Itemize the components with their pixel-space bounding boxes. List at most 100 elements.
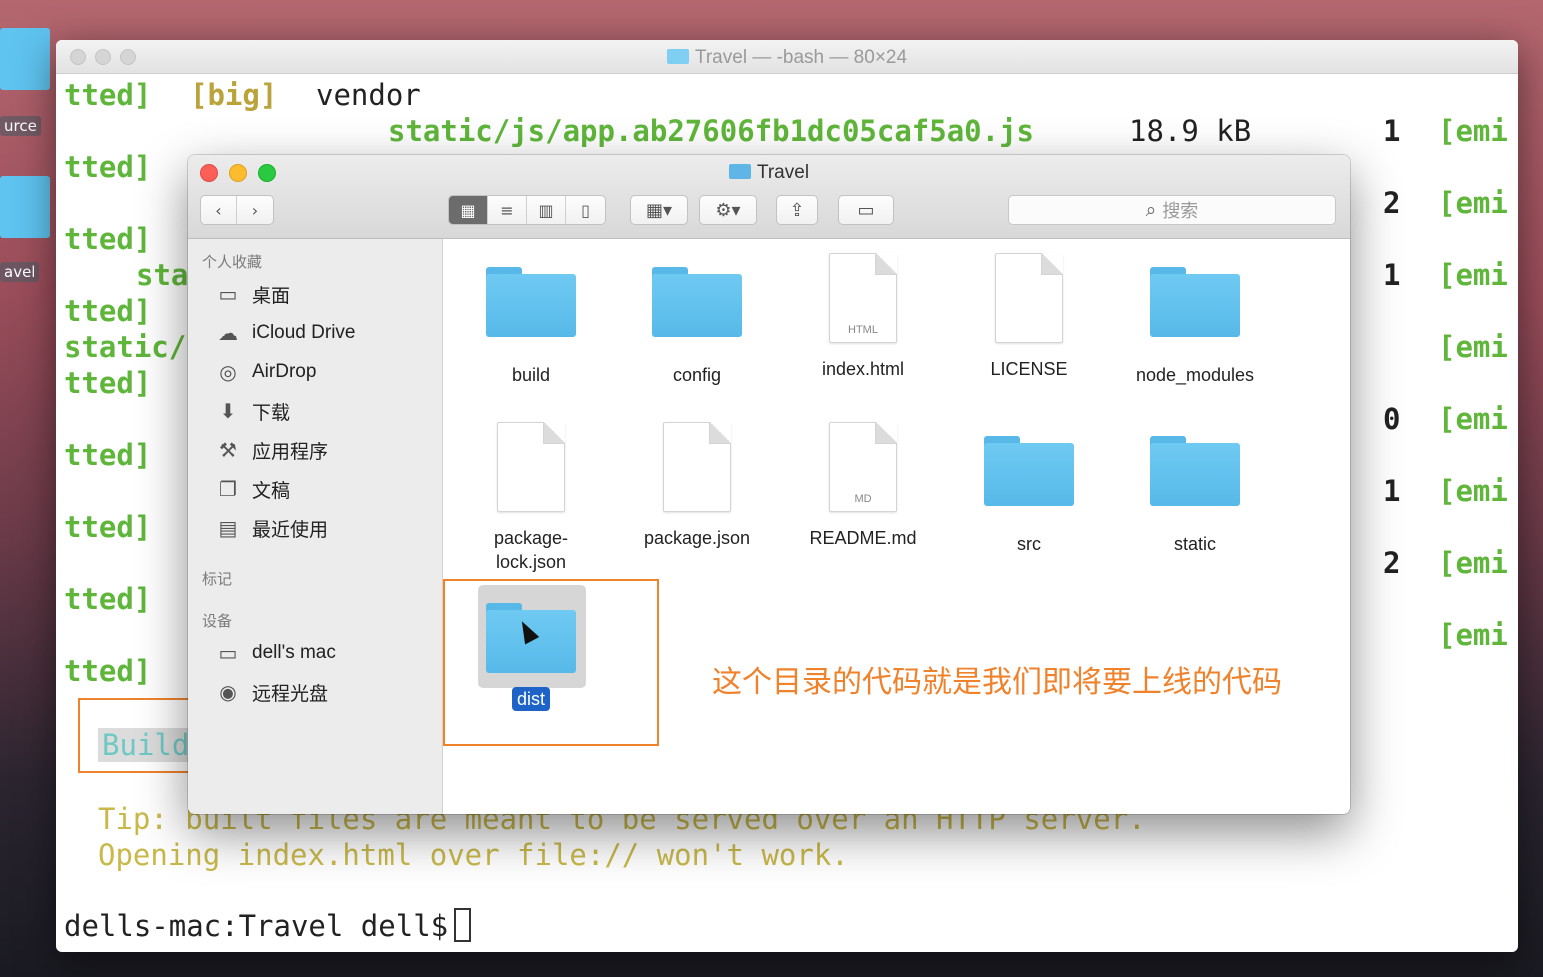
favorites-header: 个人收藏	[202, 254, 263, 271]
view-mode-segment: ▦ ≡ ▥ ▯	[448, 195, 606, 225]
terminal-line: [big]	[190, 78, 278, 112]
cloud-icon: ☁	[218, 321, 238, 345]
sidebar-item-applications[interactable]: ⚒ 应用程序	[214, 435, 328, 465]
file-item-config[interactable]: config	[622, 267, 772, 387]
terminal-titlebar: Travel — -bash — 80×24	[56, 40, 1518, 74]
sidebar-item-airdrop[interactable]: ◎ AirDrop	[214, 357, 316, 387]
search-field[interactable]: ⌕ 搜索	[1008, 195, 1336, 225]
terminal-line: vendor	[316, 78, 421, 112]
folder-icon	[1150, 436, 1240, 506]
terminal-line: 1	[1383, 258, 1401, 292]
file-item-build[interactable]: build	[456, 267, 606, 387]
terminal-line: [emi	[1438, 258, 1508, 292]
file-item-license[interactable]: LICENSE	[954, 253, 1104, 381]
file-name: package-lock.json	[493, 528, 569, 572]
terminal-line: tted]	[64, 366, 152, 400]
file-name: LICENSE	[990, 359, 1068, 379]
terminal-line: tted]	[64, 510, 152, 544]
file-name: package.json	[643, 528, 751, 548]
html-file-icon: HTML	[829, 253, 897, 343]
terminal-line: 2	[1383, 546, 1401, 580]
tags-button[interactable]: ▭	[838, 195, 894, 225]
share-icon: ⇪	[789, 199, 805, 221]
terminal-line: tted]	[64, 222, 152, 256]
arrange-button[interactable]: ▦▾	[630, 195, 688, 225]
sidebar-item-recents[interactable]: ▤ 最近使用	[214, 513, 328, 543]
arrange-icon: ▦▾	[645, 199, 673, 221]
file-name: README.md	[809, 528, 917, 548]
share-button[interactable]: ⇪	[776, 195, 818, 225]
file-item-src[interactable]: src	[954, 436, 1104, 556]
file-item-static[interactable]: static	[1120, 436, 1270, 556]
file-item-package-json[interactable]: package.json	[622, 422, 772, 550]
finder-title: Travel	[188, 162, 1350, 184]
desktop-folder-icon[interactable]	[0, 28, 50, 90]
terminal-line: [emi	[1438, 330, 1508, 364]
terminal-line: tted]	[64, 294, 152, 328]
documents-icon: ❐	[219, 477, 237, 501]
search-placeholder: 搜索	[1162, 201, 1199, 221]
terminal-line: 1	[1383, 114, 1401, 148]
search-icon: ⌕	[1145, 199, 1157, 221]
sidebar-item-downloads[interactable]: ⬇ 下载	[214, 396, 290, 426]
desktop-folder-icon[interactable]	[0, 176, 50, 238]
terminal-line: [emi	[1438, 618, 1508, 652]
computer-icon: ▭	[218, 641, 238, 665]
devices-header: 设备	[202, 613, 233, 630]
back-button[interactable]: ‹	[201, 196, 237, 224]
file-item-index-html[interactable]: HTML index.html	[788, 253, 938, 381]
desktop-folder-label: urce	[0, 116, 41, 136]
terminal-line: [emi	[1438, 546, 1508, 580]
terminal-line: sta	[136, 258, 189, 292]
terminal-line: tted]	[64, 654, 152, 688]
gallery-view-icon[interactable]: ▯	[566, 196, 605, 224]
file-name: build	[511, 365, 551, 385]
finder-sidebar: 个人收藏 ▭ 桌面 ☁ iCloud Drive ◎ AirDrop ⬇ 下载 ⚒ 应用程…	[188, 239, 443, 814]
file-name: index.html	[821, 359, 905, 379]
annotation-text: 这个目录的代码就是我们即将要上线的代码	[712, 666, 1282, 699]
markdown-file-icon: MD	[829, 422, 897, 512]
download-icon: ⬇	[219, 399, 237, 423]
terminal-line: 0	[1383, 402, 1401, 436]
document-icon	[663, 422, 731, 512]
folder-icon	[984, 436, 1074, 506]
file-name: src	[1017, 534, 1041, 554]
document-icon	[497, 422, 565, 512]
forward-button[interactable]: ›	[237, 196, 273, 224]
terminal-line: [emi	[1438, 402, 1508, 436]
terminal-line: 18.9 kB	[1129, 114, 1252, 148]
file-item-package-lock-json[interactable]: package-lock.json	[456, 422, 606, 574]
sidebar-item-desktop[interactable]: ▭ 桌面	[214, 279, 290, 309]
terminal-line: [emi	[1438, 474, 1508, 508]
list-view-icon[interactable]: ≡	[488, 196, 527, 224]
folder-icon	[486, 267, 576, 337]
folder-icon	[666, 49, 689, 64]
tip-line: Opening index.html over file:// won't wo…	[98, 838, 849, 872]
file-name: node_modules	[1135, 365, 1255, 385]
action-button[interactable]: ⚙▾	[699, 195, 757, 225]
terminal-line: [emi	[1438, 114, 1508, 148]
finder-toolbar: Travel ‹ › ▦ ≡ ▥ ▯ ▦▾ ⚙▾ ⇪ ▭ ⌕ 搜索	[188, 155, 1350, 239]
recents-icon: ▤	[218, 516, 238, 540]
file-item-readme-md[interactable]: MD README.md	[788, 422, 938, 550]
shell-prompt[interactable]: dells-mac:Travel dell$	[64, 908, 472, 943]
sidebar-item-icloud[interactable]: ☁ iCloud Drive	[214, 318, 355, 348]
sidebar-item-remote-disc[interactable]: ◉ 远程光盘	[214, 677, 328, 707]
text-cursor	[454, 908, 472, 942]
terminal-line: tted]	[64, 78, 152, 112]
gear-icon: ⚙▾	[715, 199, 741, 221]
terminal-title: Travel — -bash — 80×24	[56, 47, 1518, 69]
sidebar-item-dells-mac[interactable]: ▭ dell's mac	[214, 638, 336, 668]
finder-window[interactable]: Travel ‹ › ▦ ≡ ▥ ▯ ▦▾ ⚙▾ ⇪ ▭ ⌕ 搜索 个人收藏 ▭ 桌…	[188, 155, 1350, 814]
file-name: static	[1173, 534, 1216, 554]
terminal-line: 2	[1383, 186, 1401, 220]
terminal-line: tted]	[64, 582, 152, 616]
icon-view-icon[interactable]: ▦	[449, 196, 488, 224]
sidebar-item-documents[interactable]: ❐ 文稿	[214, 474, 290, 504]
folder-icon	[728, 164, 751, 179]
terminal-line: tted]	[64, 438, 152, 472]
applications-icon: ⚒	[219, 438, 237, 462]
file-item-node-modules[interactable]: node_modules	[1120, 267, 1270, 387]
column-view-icon[interactable]: ▥	[527, 196, 566, 224]
disc-icon: ◉	[219, 680, 237, 704]
